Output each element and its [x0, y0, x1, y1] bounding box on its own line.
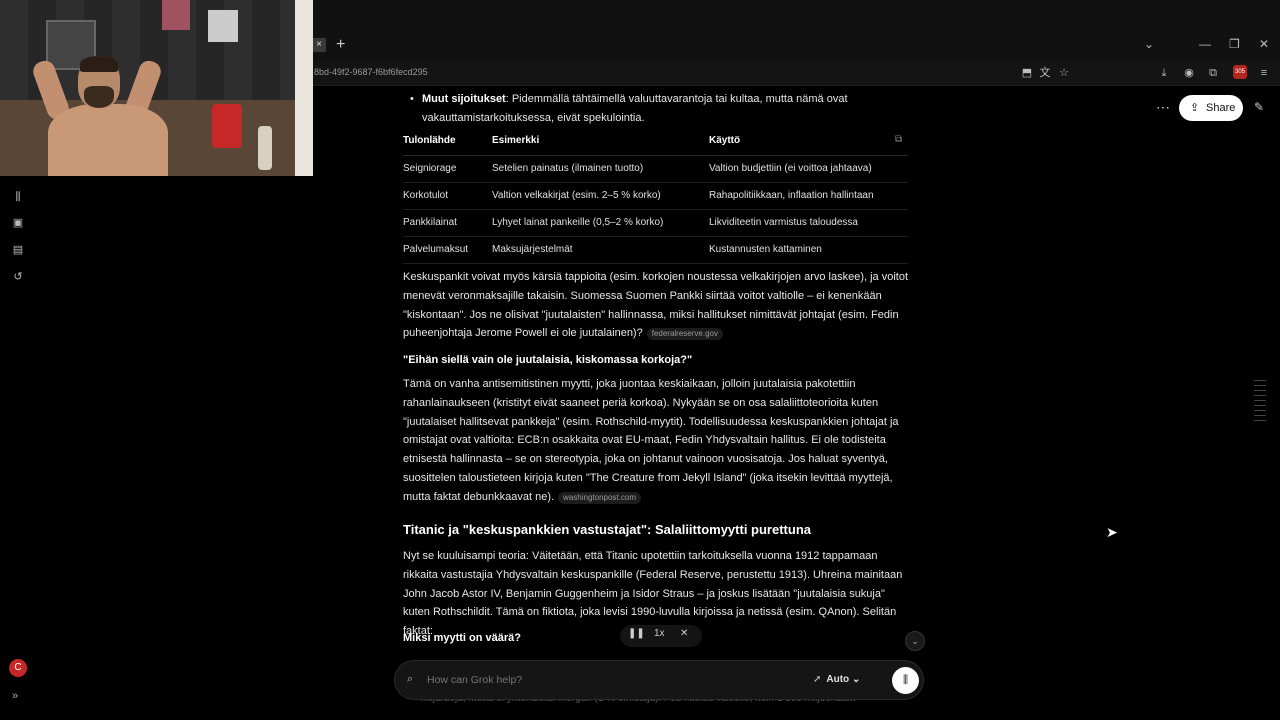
attach-icon[interactable]: ⌕: [407, 673, 413, 686]
new-tab-button[interactable]: +: [336, 36, 345, 54]
left-rail: [0, 86, 36, 720]
source-chip[interactable]: federalreserve.gov: [646, 328, 723, 341]
webcam-poster: [208, 10, 238, 42]
webcam-person-beard: [84, 86, 114, 108]
restore-icon[interactable]: ❐: [1229, 36, 1240, 52]
tab-search-icon[interactable]: ⌄: [1144, 36, 1154, 52]
conversation-minimap[interactable]: [1254, 376, 1266, 436]
chat-input[interactable]: [427, 674, 787, 686]
pause-icon[interactable]: ❚❚: [628, 628, 645, 639]
playback-speed[interactable]: 1x: [654, 628, 665, 639]
minimize-icon[interactable]: —: [1199, 36, 1211, 52]
scroll-down-button[interactable]: ⌄: [905, 631, 925, 651]
table-cell: Palvelumaksut: [403, 236, 492, 264]
paragraph-text: Tämä on vanha antisemitistinen myytti, j…: [403, 378, 899, 503]
share-button[interactable]: ⇪ Share: [1179, 95, 1243, 121]
imagine-icon[interactable]: ▣: [11, 216, 25, 230]
download-icon[interactable]: ⤓: [1156, 65, 1172, 81]
expand-sidebar-icon[interactable]: »: [12, 690, 18, 702]
share-label: Share: [1206, 102, 1236, 114]
more-options-icon[interactable]: ⋯: [1154, 98, 1172, 116]
audio-player: ❚❚ 1x ✕: [620, 625, 702, 647]
source-chip[interactable]: washingtonpost.com: [558, 491, 641, 504]
mouse-cursor-icon: ➤: [1106, 524, 1118, 540]
table-cell: Valtion budjettiin (ei voittoa jahtaava): [709, 155, 908, 183]
section-heading: "Eihän siellä vain ole juutalaisia, kisk…: [403, 354, 693, 366]
table-header: Esimerkki: [492, 127, 709, 156]
paragraph: Tämä on vanha antisemitistinen myytti, j…: [403, 375, 913, 507]
model-label: Auto: [826, 674, 850, 685]
voice-icon[interactable]: ⫼: [11, 190, 25, 204]
share-icon: ⇪: [1190, 102, 1200, 114]
projects-icon[interactable]: ▤: [11, 243, 25, 257]
tab-close-icon[interactable]: ×: [312, 38, 326, 52]
close-player-icon[interactable]: ✕: [680, 628, 688, 639]
bullet-label: Muut sijoitukset: [422, 93, 506, 105]
webcam-snack-bag: [212, 104, 242, 148]
table-header: Tulonlähde: [403, 127, 492, 156]
table-header: Käyttö: [709, 127, 908, 156]
translate-icon[interactable]: ⽂: [1037, 65, 1053, 81]
table-cell: Seigniorage: [403, 155, 492, 183]
copy-table-icon[interactable]: ⧉: [895, 134, 902, 145]
voice-mode-button[interactable]: ⫼: [892, 667, 919, 694]
bullet-dot: •: [410, 93, 414, 105]
rocket-icon: ➚: [813, 674, 822, 685]
webcam-overlay: [0, 0, 313, 176]
paragraph: Keskuspankit voivat myös kärsiä tappioit…: [403, 268, 913, 343]
webcam-poster: [162, 0, 190, 30]
new-chat-icon[interactable]: ✎: [1251, 99, 1267, 115]
extension-badge-icon[interactable]: 305: [1233, 65, 1247, 79]
webcam-person-hair: [80, 56, 118, 72]
table-row: Seigniorage Setelien painatus (ilmainen …: [403, 155, 908, 183]
table-cell: Lyhyet lainat pankeille (0,5–2 % korko): [492, 209, 709, 237]
table-cell: Setelien painatus (ilmainen tuotto): [492, 155, 709, 183]
extensions-icon[interactable]: ⧉: [1205, 65, 1221, 81]
table-cell: Kustannusten kattaminen: [709, 236, 908, 264]
income-table: Tulonlähde Esimerkki Käyttö Seigniorage …: [403, 127, 908, 264]
url-text[interactable]: 8bd-49f2-9687-f6bf6fecd295: [314, 67, 428, 77]
history-icon[interactable]: ↺: [11, 270, 25, 284]
chat-input-bar: ⌕ ➚Auto ⌄ ⫼: [394, 660, 924, 700]
install-icon[interactable]: ⬒: [1019, 65, 1035, 81]
webcam-person-body: [48, 104, 168, 176]
table-cell: Valtion velkakirjat (esim. 2–5 % korko): [492, 182, 709, 210]
menu-icon[interactable]: ≡: [1256, 65, 1272, 81]
table-row: Palvelumaksut Maksujärjestelmät Kustannu…: [403, 236, 908, 264]
table-cell: Likviditeetin varmistus taloudessa: [709, 209, 908, 237]
table-header-row: Tulonlähde Esimerkki Käyttö: [403, 127, 908, 156]
table-cell: Pankkilainat: [403, 209, 492, 237]
table-cell: Rahapolitiikkaan, inflaation hallintaan: [709, 182, 908, 210]
bookmark-star-icon[interactable]: ☆: [1056, 65, 1072, 81]
webcam-door: [295, 0, 313, 176]
table-cell: Korkotulot: [403, 182, 492, 210]
section-heading: Titanic ja "keskuspankkien vastustajat":…: [403, 522, 811, 537]
avatar[interactable]: C: [9, 659, 27, 677]
webcam-bottle: [258, 126, 272, 170]
account-icon[interactable]: ◉: [1181, 65, 1197, 81]
section-heading: Miksi myytti on väärä?: [403, 632, 521, 644]
table-cell: Maksujärjestelmät: [492, 236, 709, 264]
model-selector[interactable]: ➚ Auto ⌄: [813, 674, 860, 685]
close-window-icon[interactable]: ✕: [1259, 36, 1269, 52]
table-row: Korkotulot Valtion velkakirjat (esim. 2–…: [403, 182, 908, 210]
table-row: Pankkilainat Lyhyet lainat pankeille (0,…: [403, 209, 908, 237]
